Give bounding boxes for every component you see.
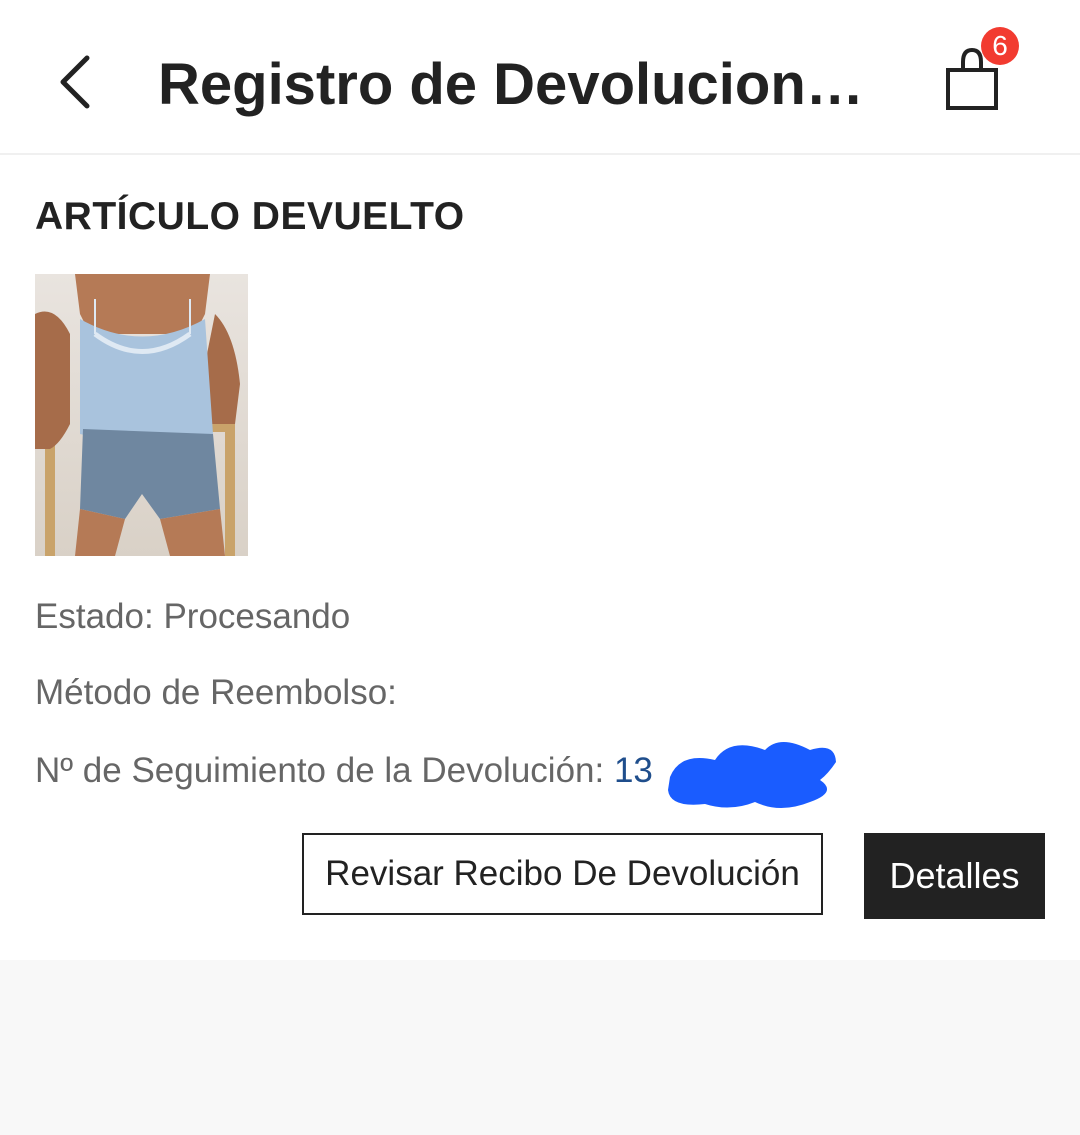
section-title: ARTÍCULO DEVUELTO [35,195,465,238]
status-line: Estado: Procesando [35,597,350,637]
page-title: Registro de Devoluciones... [158,52,878,117]
refund-method-line: Método de Reembolso: [35,673,397,713]
cart-count-badge: 6 [981,27,1019,65]
tracking-number-line: Nº de Seguimiento de la Devolución: 13 [35,751,653,791]
details-button[interactable]: Detalles [864,833,1045,919]
refund-method-label: Método de Reembolso: [35,673,397,712]
status-value: Procesando [163,597,351,636]
chevron-left-icon [60,55,90,109]
product-image[interactable] [35,274,248,556]
tracking-label: Nº de Seguimiento de la Devolución: [35,751,605,790]
top-bar: Registro de Devoluciones... 6 [0,0,1080,155]
review-receipt-button[interactable]: Revisar Recibo De Devolución [302,833,823,915]
back-button[interactable] [40,40,110,124]
tracking-number[interactable]: 13 [614,751,653,790]
redaction-scribble [668,742,836,808]
returned-item-card: ARTÍCULO DEVUELTO Estado: Procesando Mét… [0,155,1080,960]
status-label: Estado: [35,597,154,636]
